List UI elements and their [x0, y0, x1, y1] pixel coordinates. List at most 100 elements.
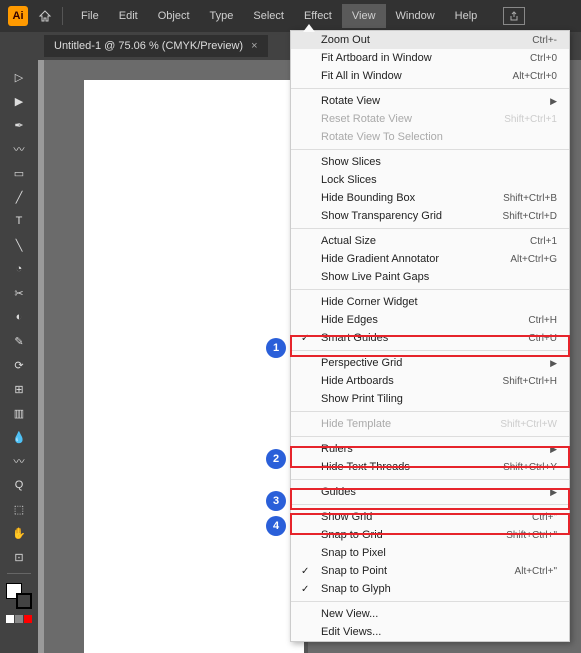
menu-separator — [291, 479, 569, 480]
tab-title: Untitled-1 @ 75.06 % (CMYK/Preview) — [54, 40, 243, 52]
menu-item-shortcut: Ctrl+" — [532, 512, 557, 523]
main-menu: FileEditObjectTypeSelectEffectViewWindow… — [71, 4, 487, 28]
menu-separator — [291, 228, 569, 229]
menu-item-rulers[interactable]: Rulers▶ — [291, 440, 569, 458]
tool-1[interactable]: ▶ — [7, 90, 31, 112]
menu-item-shortcut: Alt+Ctrl+G — [510, 254, 557, 265]
menu-view[interactable]: View — [342, 4, 386, 28]
menu-item-show-transparency-grid[interactable]: Show Transparency GridShift+Ctrl+D — [291, 207, 569, 225]
tool-18[interactable]: ⬚ — [7, 498, 31, 520]
menu-item-show-grid[interactable]: Show Grid Ctrl+" — [291, 508, 569, 526]
menu-item-rotate-view[interactable]: Rotate View▶ — [291, 92, 569, 110]
menu-item-label: Show Slices — [321, 156, 381, 168]
app-logo: Ai — [8, 6, 28, 26]
menu-object[interactable]: Object — [148, 4, 200, 28]
menu-item-guides[interactable]: Guides▶ — [291, 483, 569, 501]
menu-edit[interactable]: Edit — [109, 4, 148, 28]
submenu-arrow-icon: ▶ — [550, 444, 557, 455]
share-icon[interactable] — [503, 7, 525, 25]
tool-20[interactable]: ⊡ — [7, 546, 31, 568]
menu-item-snap-to-point[interactable]: ✓Snap to PointAlt+Ctrl+" — [291, 562, 569, 580]
tool-12[interactable]: ⟳ — [7, 354, 31, 376]
tool-10[interactable]: ◐ — [7, 306, 31, 328]
home-icon[interactable] — [36, 7, 54, 25]
document-tab[interactable]: Untitled-1 @ 75.06 % (CMYK/Preview) × — [44, 35, 268, 57]
menu-item-hide-corner-widget[interactable]: Hide Corner Widget — [291, 293, 569, 311]
tool-13[interactable]: ⊞ — [7, 378, 31, 400]
tool-17[interactable]: Q — [7, 474, 31, 496]
menu-item-shortcut: Shift+Ctrl+Y — [503, 462, 557, 473]
tool-5[interactable]: ╱ — [7, 186, 31, 208]
tool-6[interactable]: T — [7, 210, 31, 232]
menu-select[interactable]: Select — [243, 4, 294, 28]
menu-item-label: Show Live Paint Gaps — [321, 271, 429, 283]
menu-item-fit-artboard-in-window[interactable]: Fit Artboard in WindowCtrl+0 — [291, 49, 569, 67]
tool-3[interactable]: 〰 — [7, 138, 31, 160]
tool-11[interactable]: ✎ — [7, 330, 31, 352]
menu-item-new-view[interactable]: New View... — [291, 605, 569, 623]
tool-4[interactable]: ▭ — [7, 162, 31, 184]
menu-item-actual-size[interactable]: Actual SizeCtrl+1 — [291, 232, 569, 250]
menu-item-hide-edges[interactable]: Hide Edges Ctrl+H — [291, 311, 569, 329]
tool-19[interactable]: ✋ — [7, 522, 31, 544]
tool-7[interactable]: ╲ — [7, 234, 31, 256]
menu-item-shortcut: Alt+Ctrl+" — [515, 566, 557, 577]
menu-item-label: Guides — [321, 486, 356, 498]
menu-item-shortcut: Ctrl+- — [532, 35, 557, 46]
menu-item-smart-guides[interactable]: ✓Smart GuidesCtrl+U — [291, 329, 569, 347]
tool-9[interactable]: ✂ — [7, 282, 31, 304]
tool-16[interactable]: 〰 — [7, 450, 31, 472]
menu-type[interactable]: Type — [200, 4, 244, 28]
menu-item-label: Show Grid — [321, 511, 372, 523]
menu-item-label: Perspective Grid — [321, 357, 402, 369]
menu-help[interactable]: Help — [445, 4, 488, 28]
menu-item-shortcut: Alt+Ctrl+0 — [513, 71, 557, 82]
menu-item-show-slices[interactable]: Show Slices — [291, 153, 569, 171]
menu-item-shortcut: Ctrl+H — [528, 315, 557, 326]
menu-item-snap-to-pixel[interactable]: Snap to Pixel — [291, 544, 569, 562]
view-menu-dropdown: Zoom Out Ctrl+- Fit Artboard in WindowCtrl… — [290, 30, 570, 642]
menu-item-fit-all-in-window[interactable]: Fit All in WindowAlt+Ctrl+0 — [291, 67, 569, 85]
menu-item-shortcut: Ctrl+U — [528, 333, 557, 344]
menu-item-edit-views[interactable]: Edit Views... — [291, 623, 569, 641]
menu-item-zoom-out[interactable]: Zoom Out Ctrl+- — [291, 31, 569, 49]
tool-2[interactable]: ✒ — [7, 114, 31, 136]
menu-item-lock-slices[interactable]: Lock Slices — [291, 171, 569, 189]
menu-item-hide-bounding-box[interactable]: Hide Bounding BoxShift+Ctrl+B — [291, 189, 569, 207]
menu-item-shortcut: Shift+Ctrl+W — [500, 419, 557, 430]
menu-separator — [291, 411, 569, 412]
menu-effect[interactable]: Effect — [294, 4, 342, 28]
menu-item-label: Zoom Out — [321, 34, 370, 46]
menu-file[interactable]: File — [71, 4, 109, 28]
menu-item-show-live-paint-gaps[interactable]: Show Live Paint Gaps — [291, 268, 569, 286]
menu-item-snap-to-glyph[interactable]: ✓Snap to Glyph — [291, 580, 569, 598]
fill-stroke-icon[interactable] — [6, 583, 32, 609]
menu-item-perspective-grid[interactable]: Perspective Grid ▶ — [291, 354, 569, 372]
menu-item-snap-to-grid[interactable]: Snap to GridShift+Ctrl+" — [291, 526, 569, 544]
menu-item-rotate-view-to-selection: Rotate View To Selection — [291, 128, 569, 146]
menu-item-label: Edit Views... — [321, 626, 381, 638]
menu-item-hide-text-threads[interactable]: Hide Text ThreadsShift+Ctrl+Y — [291, 458, 569, 476]
menu-item-label: Snap to Glyph — [321, 583, 391, 595]
menu-separator — [291, 504, 569, 505]
menu-item-hide-artboards[interactable]: Hide ArtboardsShift+Ctrl+H — [291, 372, 569, 390]
menu-window[interactable]: Window — [386, 4, 445, 28]
submenu-arrow-icon: ▶ — [550, 358, 557, 369]
color-mode-icon[interactable] — [6, 615, 32, 623]
tool-15[interactable]: 💧 — [7, 426, 31, 448]
menu-item-show-print-tiling[interactable]: Show Print Tiling — [291, 390, 569, 408]
menu-item-hide-gradient-annotator[interactable]: Hide Gradient Annotator Alt+Ctrl+G — [291, 250, 569, 268]
annotation-callout-2: 2 — [266, 449, 286, 469]
menu-item-shortcut: Shift+Ctrl+D — [503, 211, 557, 222]
menu-arrow-icon — [303, 24, 315, 32]
menu-item-label: Hide Edges — [321, 314, 378, 326]
submenu-arrow-icon: ▶ — [550, 96, 557, 107]
menu-item-label: Show Print Tiling — [321, 393, 403, 405]
menu-item-shortcut: Ctrl+0 — [530, 53, 557, 64]
menu-item-label: Smart Guides — [321, 332, 388, 344]
menu-item-label: Hide Gradient Annotator — [321, 253, 439, 265]
close-icon[interactable]: × — [251, 40, 257, 52]
tool-14[interactable]: ▥ — [7, 402, 31, 424]
tool-0[interactable]: ▷ — [7, 66, 31, 88]
tool-8[interactable]: ◔ — [7, 258, 31, 280]
